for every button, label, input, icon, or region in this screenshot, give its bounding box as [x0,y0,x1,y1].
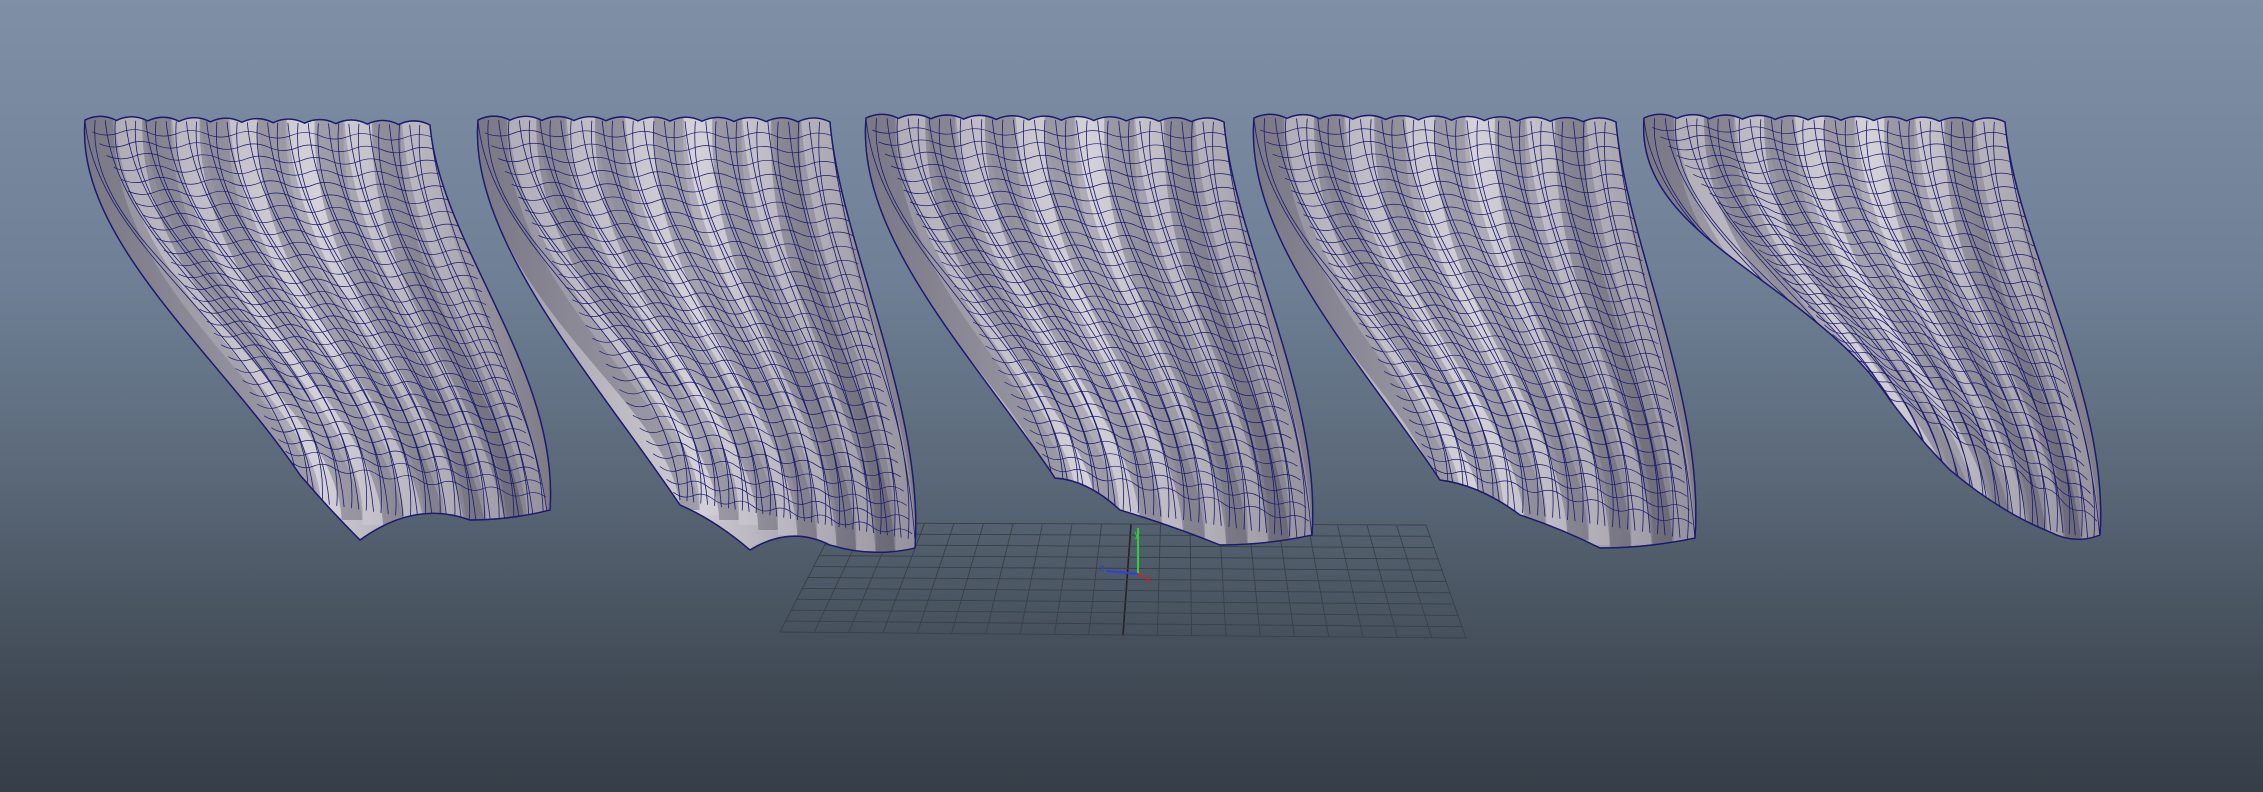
maya-viewport[interactable]: y z x [0,0,2263,792]
scene-canvas[interactable]: y z x [0,0,2263,792]
curtain-4[interactable] [1252,108,1697,565]
axis-x-label: x [1145,574,1151,585]
axis-z-line [1105,570,1139,575]
curtain-5[interactable] [1643,108,2102,565]
axis-y-label: y [1134,529,1140,540]
axis-x-line [1137,573,1144,578]
curtain-3[interactable] [864,108,1314,565]
curtain-1[interactable] [83,110,552,565]
axis-z-label: z [1099,563,1104,574]
axis-gizmo: y z x [1099,528,1151,585]
